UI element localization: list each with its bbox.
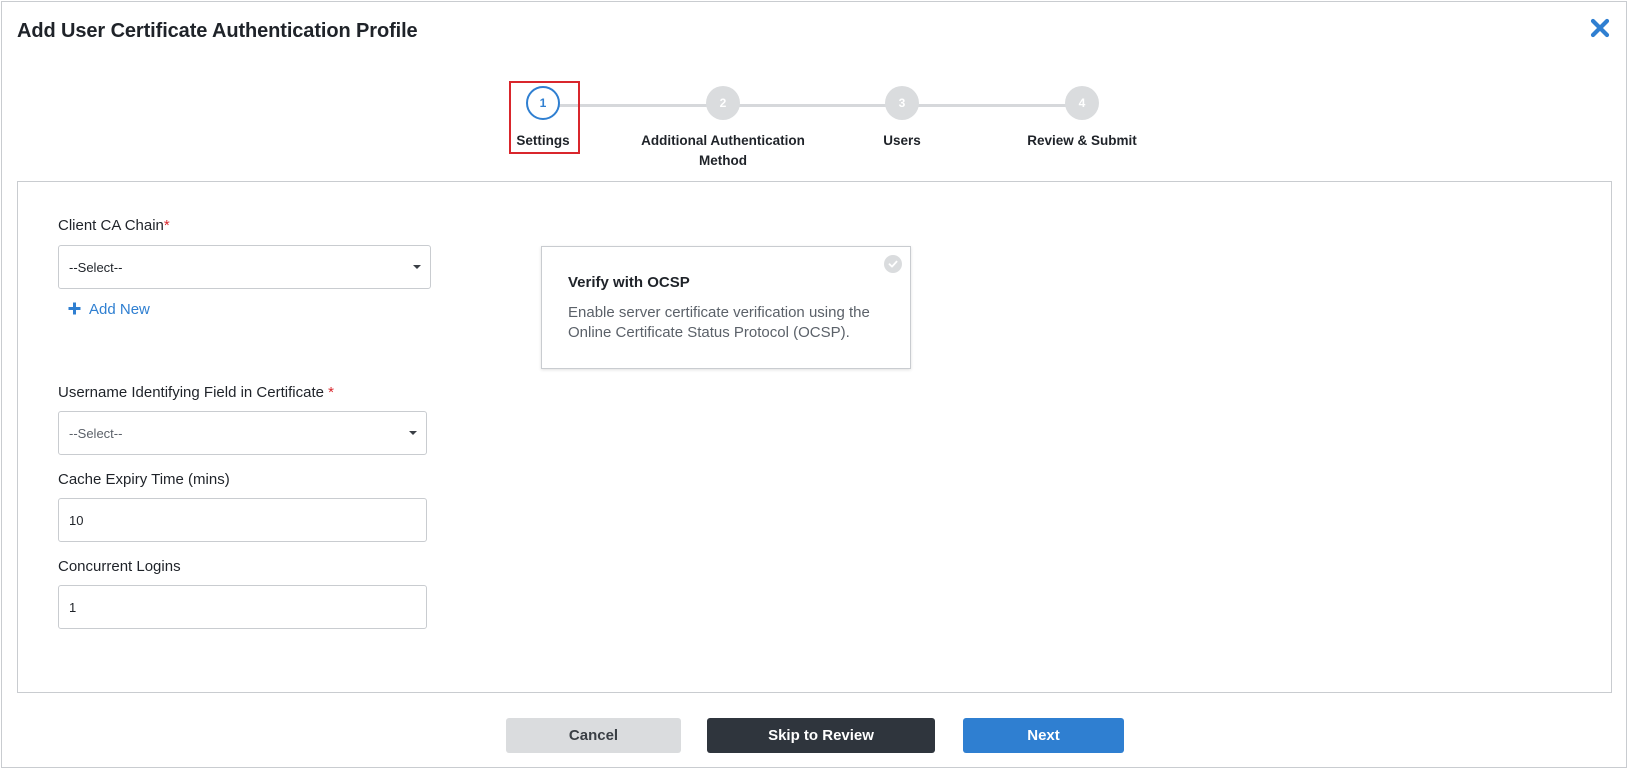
required-mark: * <box>328 384 334 401</box>
caret-down-icon <box>409 431 417 435</box>
step-label: Review & Submit <box>1027 133 1137 148</box>
step-number: 3 <box>885 86 919 120</box>
username-field-label: Username Identifying Field in Certificat… <box>58 384 334 401</box>
concurrent-logins-input[interactable]: 1 <box>58 585 427 629</box>
plus-icon <box>68 302 81 317</box>
step-users[interactable]: 3 Users <box>812 82 992 151</box>
card-description: Enable server certificate verification u… <box>568 304 870 341</box>
required-mark: * <box>163 217 170 234</box>
step-label: Additional Authentication Method <box>641 133 805 168</box>
client-ca-chain-label: Client CA Chain* <box>58 217 170 234</box>
step-additional-authentication[interactable]: 2 Additional Authentication Method <box>633 82 813 171</box>
verify-ocsp-card[interactable]: Verify with OCSP Enable server certifica… <box>541 246 911 369</box>
step-number: 1 <box>526 86 560 120</box>
add-new-link[interactable]: Add New <box>68 301 150 318</box>
cache-expiry-label: Cache Expiry Time (mins) <box>58 471 230 488</box>
select-value: --Select-- <box>69 425 123 441</box>
select-value: --Select-- <box>69 259 123 275</box>
cancel-button[interactable]: Cancel <box>506 718 681 753</box>
step-label: Users <box>883 133 921 148</box>
step-review-submit[interactable]: 4 Review & Submit <box>992 82 1172 151</box>
progress-stepper: 1 Settings 2 Additional Authentication M… <box>0 82 1630 182</box>
username-field-select[interactable]: --Select-- <box>58 411 427 455</box>
step-number: 4 <box>1065 86 1099 120</box>
dialog-title: Add User Certificate Authentication Prof… <box>17 20 418 42</box>
step-number: 2 <box>706 86 740 120</box>
card-title: Verify with OCSP <box>568 274 690 291</box>
caret-down-icon <box>413 265 421 269</box>
check-circle-icon <box>884 255 902 273</box>
client-ca-chain-select[interactable]: --Select-- <box>58 245 431 289</box>
concurrent-logins-label: Concurrent Logins <box>58 558 181 575</box>
close-icon[interactable] <box>1588 16 1612 40</box>
next-button[interactable]: Next <box>963 718 1124 753</box>
skip-to-review-button[interactable]: Skip to Review <box>707 718 935 753</box>
cache-expiry-input[interactable]: 10 <box>58 498 427 542</box>
